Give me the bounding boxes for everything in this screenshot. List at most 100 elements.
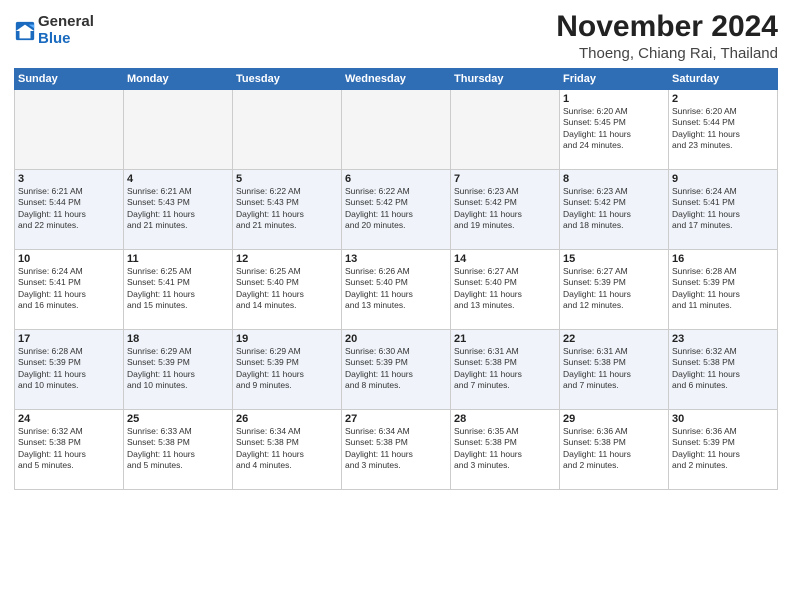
table-row: 9Sunrise: 6:24 AMSunset: 5:41 PMDaylight… — [669, 170, 778, 250]
table-row: 26Sunrise: 6:34 AMSunset: 5:38 PMDayligh… — [233, 410, 342, 490]
title-block: November 2024 Thoeng, Chiang Rai, Thaila… — [556, 10, 778, 62]
day-detail: Sunrise: 6:34 AMSunset: 5:38 PMDaylight:… — [345, 426, 447, 472]
calendar-week-row: 24Sunrise: 6:32 AMSunset: 5:38 PMDayligh… — [15, 410, 778, 490]
calendar-header-row: Sunday Monday Tuesday Wednesday Thursday… — [15, 69, 778, 90]
table-row: 22Sunrise: 6:31 AMSunset: 5:38 PMDayligh… — [560, 330, 669, 410]
day-number: 27 — [345, 413, 447, 425]
day-detail: Sunrise: 6:29 AMSunset: 5:39 PMDaylight:… — [127, 346, 229, 392]
col-thursday: Thursday — [451, 69, 560, 90]
table-row: 16Sunrise: 6:28 AMSunset: 5:39 PMDayligh… — [669, 250, 778, 330]
day-detail: Sunrise: 6:25 AMSunset: 5:41 PMDaylight:… — [127, 266, 229, 312]
header: General Blue November 2024 Thoeng, Chian… — [14, 10, 778, 62]
calendar-week-row: 17Sunrise: 6:28 AMSunset: 5:39 PMDayligh… — [15, 330, 778, 410]
day-number: 17 — [18, 333, 120, 345]
day-number: 29 — [563, 413, 665, 425]
col-saturday: Saturday — [669, 69, 778, 90]
day-detail: Sunrise: 6:31 AMSunset: 5:38 PMDaylight:… — [454, 346, 556, 392]
day-detail: Sunrise: 6:20 AMSunset: 5:45 PMDaylight:… — [563, 106, 665, 152]
day-detail: Sunrise: 6:24 AMSunset: 5:41 PMDaylight:… — [672, 186, 774, 232]
logo-blue-text: Blue — [38, 31, 94, 48]
logo-icon — [14, 20, 36, 42]
table-row: 3Sunrise: 6:21 AMSunset: 5:44 PMDaylight… — [15, 170, 124, 250]
day-detail: Sunrise: 6:29 AMSunset: 5:39 PMDaylight:… — [236, 346, 338, 392]
table-row: 30Sunrise: 6:36 AMSunset: 5:39 PMDayligh… — [669, 410, 778, 490]
table-row: 5Sunrise: 6:22 AMSunset: 5:43 PMDaylight… — [233, 170, 342, 250]
day-detail: Sunrise: 6:31 AMSunset: 5:38 PMDaylight:… — [563, 346, 665, 392]
table-row: 25Sunrise: 6:33 AMSunset: 5:38 PMDayligh… — [124, 410, 233, 490]
day-detail: Sunrise: 6:25 AMSunset: 5:40 PMDaylight:… — [236, 266, 338, 312]
day-detail: Sunrise: 6:23 AMSunset: 5:42 PMDaylight:… — [563, 186, 665, 232]
calendar-week-row: 10Sunrise: 6:24 AMSunset: 5:41 PMDayligh… — [15, 250, 778, 330]
table-row: 8Sunrise: 6:23 AMSunset: 5:42 PMDaylight… — [560, 170, 669, 250]
col-tuesday: Tuesday — [233, 69, 342, 90]
day-detail: Sunrise: 6:27 AMSunset: 5:39 PMDaylight:… — [563, 266, 665, 312]
table-row: 21Sunrise: 6:31 AMSunset: 5:38 PMDayligh… — [451, 330, 560, 410]
logo-general-text: General — [38, 14, 94, 31]
day-detail: Sunrise: 6:30 AMSunset: 5:39 PMDaylight:… — [345, 346, 447, 392]
day-number: 30 — [672, 413, 774, 425]
table-row: 19Sunrise: 6:29 AMSunset: 5:39 PMDayligh… — [233, 330, 342, 410]
day-detail: Sunrise: 6:23 AMSunset: 5:42 PMDaylight:… — [454, 186, 556, 232]
day-number: 28 — [454, 413, 556, 425]
calendar: Sunday Monday Tuesday Wednesday Thursday… — [14, 68, 778, 490]
day-detail: Sunrise: 6:27 AMSunset: 5:40 PMDaylight:… — [454, 266, 556, 312]
table-row: 18Sunrise: 6:29 AMSunset: 5:39 PMDayligh… — [124, 330, 233, 410]
day-detail: Sunrise: 6:22 AMSunset: 5:42 PMDaylight:… — [345, 186, 447, 232]
table-row — [124, 90, 233, 170]
table-row: 10Sunrise: 6:24 AMSunset: 5:41 PMDayligh… — [15, 250, 124, 330]
day-number: 10 — [18, 253, 120, 265]
day-number: 21 — [454, 333, 556, 345]
table-row: 15Sunrise: 6:27 AMSunset: 5:39 PMDayligh… — [560, 250, 669, 330]
day-number: 19 — [236, 333, 338, 345]
table-row: 13Sunrise: 6:26 AMSunset: 5:40 PMDayligh… — [342, 250, 451, 330]
day-detail: Sunrise: 6:33 AMSunset: 5:38 PMDaylight:… — [127, 426, 229, 472]
day-number: 7 — [454, 173, 556, 185]
day-detail: Sunrise: 6:32 AMSunset: 5:38 PMDaylight:… — [18, 426, 120, 472]
table-row: 7Sunrise: 6:23 AMSunset: 5:42 PMDaylight… — [451, 170, 560, 250]
day-number: 11 — [127, 253, 229, 265]
day-number: 15 — [563, 253, 665, 265]
day-number: 14 — [454, 253, 556, 265]
logo: General Blue — [14, 14, 94, 47]
calendar-week-row: 1Sunrise: 6:20 AMSunset: 5:45 PMDaylight… — [15, 90, 778, 170]
day-number: 25 — [127, 413, 229, 425]
table-row: 4Sunrise: 6:21 AMSunset: 5:43 PMDaylight… — [124, 170, 233, 250]
day-number: 26 — [236, 413, 338, 425]
day-number: 16 — [672, 253, 774, 265]
day-number: 8 — [563, 173, 665, 185]
table-row — [15, 90, 124, 170]
day-number: 13 — [345, 253, 447, 265]
table-row — [451, 90, 560, 170]
day-detail: Sunrise: 6:22 AMSunset: 5:43 PMDaylight:… — [236, 186, 338, 232]
day-detail: Sunrise: 6:28 AMSunset: 5:39 PMDaylight:… — [18, 346, 120, 392]
day-detail: Sunrise: 6:28 AMSunset: 5:39 PMDaylight:… — [672, 266, 774, 312]
day-detail: Sunrise: 6:21 AMSunset: 5:44 PMDaylight:… — [18, 186, 120, 232]
table-row: 28Sunrise: 6:35 AMSunset: 5:38 PMDayligh… — [451, 410, 560, 490]
table-row: 27Sunrise: 6:34 AMSunset: 5:38 PMDayligh… — [342, 410, 451, 490]
day-number: 23 — [672, 333, 774, 345]
day-number: 9 — [672, 173, 774, 185]
table-row: 29Sunrise: 6:36 AMSunset: 5:38 PMDayligh… — [560, 410, 669, 490]
col-friday: Friday — [560, 69, 669, 90]
day-number: 24 — [18, 413, 120, 425]
col-wednesday: Wednesday — [342, 69, 451, 90]
table-row: 24Sunrise: 6:32 AMSunset: 5:38 PMDayligh… — [15, 410, 124, 490]
day-detail: Sunrise: 6:35 AMSunset: 5:38 PMDaylight:… — [454, 426, 556, 472]
day-detail: Sunrise: 6:36 AMSunset: 5:38 PMDaylight:… — [563, 426, 665, 472]
day-number: 22 — [563, 333, 665, 345]
table-row: 1Sunrise: 6:20 AMSunset: 5:45 PMDaylight… — [560, 90, 669, 170]
col-monday: Monday — [124, 69, 233, 90]
table-row — [233, 90, 342, 170]
day-number: 3 — [18, 173, 120, 185]
table-row: 20Sunrise: 6:30 AMSunset: 5:39 PMDayligh… — [342, 330, 451, 410]
day-number: 6 — [345, 173, 447, 185]
day-number: 5 — [236, 173, 338, 185]
day-number: 1 — [563, 93, 665, 105]
table-row: 14Sunrise: 6:27 AMSunset: 5:40 PMDayligh… — [451, 250, 560, 330]
day-detail: Sunrise: 6:20 AMSunset: 5:44 PMDaylight:… — [672, 106, 774, 152]
day-number: 20 — [345, 333, 447, 345]
day-detail: Sunrise: 6:26 AMSunset: 5:40 PMDaylight:… — [345, 266, 447, 312]
day-detail: Sunrise: 6:36 AMSunset: 5:39 PMDaylight:… — [672, 426, 774, 472]
calendar-week-row: 3Sunrise: 6:21 AMSunset: 5:44 PMDaylight… — [15, 170, 778, 250]
day-detail: Sunrise: 6:32 AMSunset: 5:38 PMDaylight:… — [672, 346, 774, 392]
